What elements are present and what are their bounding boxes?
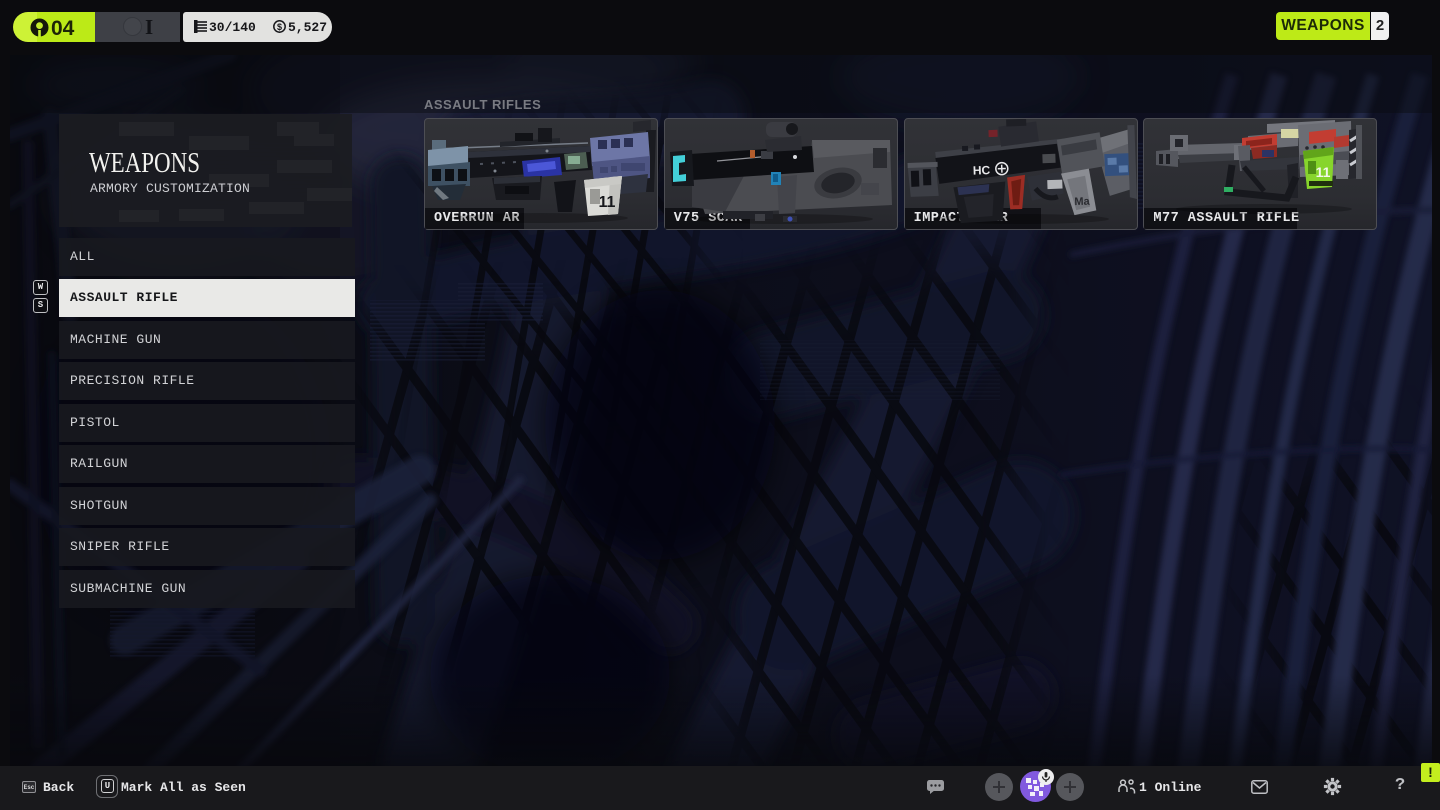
svg-text:Ma: Ma [1074,196,1091,209]
svg-text:11: 11 [599,194,616,211]
svg-text:11: 11 [1316,164,1331,180]
svg-text:$: $ [277,22,282,32]
svg-text:HC: HC [972,163,990,178]
